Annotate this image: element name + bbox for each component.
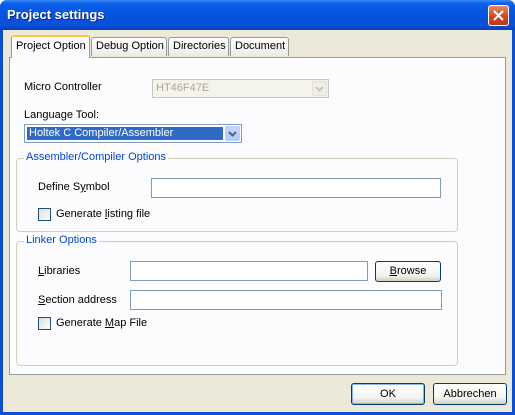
assembler-compiler-options-group: Assembler/Compiler Options Define Symbol…	[16, 151, 458, 232]
tab-label: Project Option	[16, 40, 86, 52]
title-bar[interactable]: Project settings	[0, 0, 515, 30]
define-symbol-input[interactable]	[151, 178, 441, 198]
linker-options-group: Linker Options Libraries Browse Section …	[16, 234, 458, 366]
tab-label: Debug Option	[96, 40, 164, 52]
linker-group-title: Linker Options	[24, 234, 99, 246]
language-tool-select[interactable]: Holtek C Compiler/Assembler	[24, 124, 242, 143]
tab-panel-project-option: Micro Controller HT46F47E Language Tool:…	[9, 57, 506, 375]
assembler-group-title: Assembler/Compiler Options	[24, 151, 168, 163]
cancel-button[interactable]: Abbrechen	[433, 383, 507, 405]
language-tool-value: Holtek C Compiler/Assembler	[29, 127, 174, 139]
tab-directories[interactable]: Directories	[168, 37, 229, 56]
libraries-label: Libraries	[38, 265, 81, 277]
tab-project-option[interactable]: Project Option	[11, 35, 90, 58]
tab-label: Document	[235, 40, 286, 52]
generate-map-file-label: Generate Map File	[56, 317, 148, 329]
generate-map-file-checkbox[interactable]	[38, 317, 51, 330]
close-icon	[493, 10, 504, 21]
browse-button[interactable]: Browse	[375, 261, 441, 282]
ok-button[interactable]: OK	[351, 383, 425, 405]
chevron-down-icon	[315, 86, 324, 92]
close-button[interactable]	[488, 5, 509, 26]
tab-debug-option[interactable]: Debug Option	[91, 37, 167, 56]
chevron-down-icon	[228, 131, 237, 137]
language-tool-label: Language Tool:	[24, 109, 100, 121]
generate-listing-checkbox[interactable]	[38, 208, 51, 221]
dropdown-arrow	[312, 81, 327, 96]
language-tool-selection: Holtek C Compiler/Assembler	[27, 127, 223, 140]
define-symbol-label: Define Symbol	[38, 181, 110, 193]
micro-controller-value: HT46F47E	[156, 82, 210, 94]
tab-document[interactable]: Document	[230, 37, 289, 56]
micro-controller-label: Micro Controller	[24, 81, 102, 93]
section-address-input[interactable]	[130, 290, 442, 310]
dropdown-arrow[interactable]	[225, 126, 240, 141]
micro-controller-select: HT46F47E	[152, 79, 329, 98]
generate-listing-label: Generate listing file	[56, 208, 151, 220]
libraries-input[interactable]	[130, 261, 368, 281]
tab-label: Directories	[173, 40, 226, 52]
dialog-title: Project settings	[7, 7, 105, 22]
section-address-label: Section address	[38, 294, 117, 306]
project-settings-dialog: Project settings Project Option Debug Op…	[0, 0, 515, 415]
